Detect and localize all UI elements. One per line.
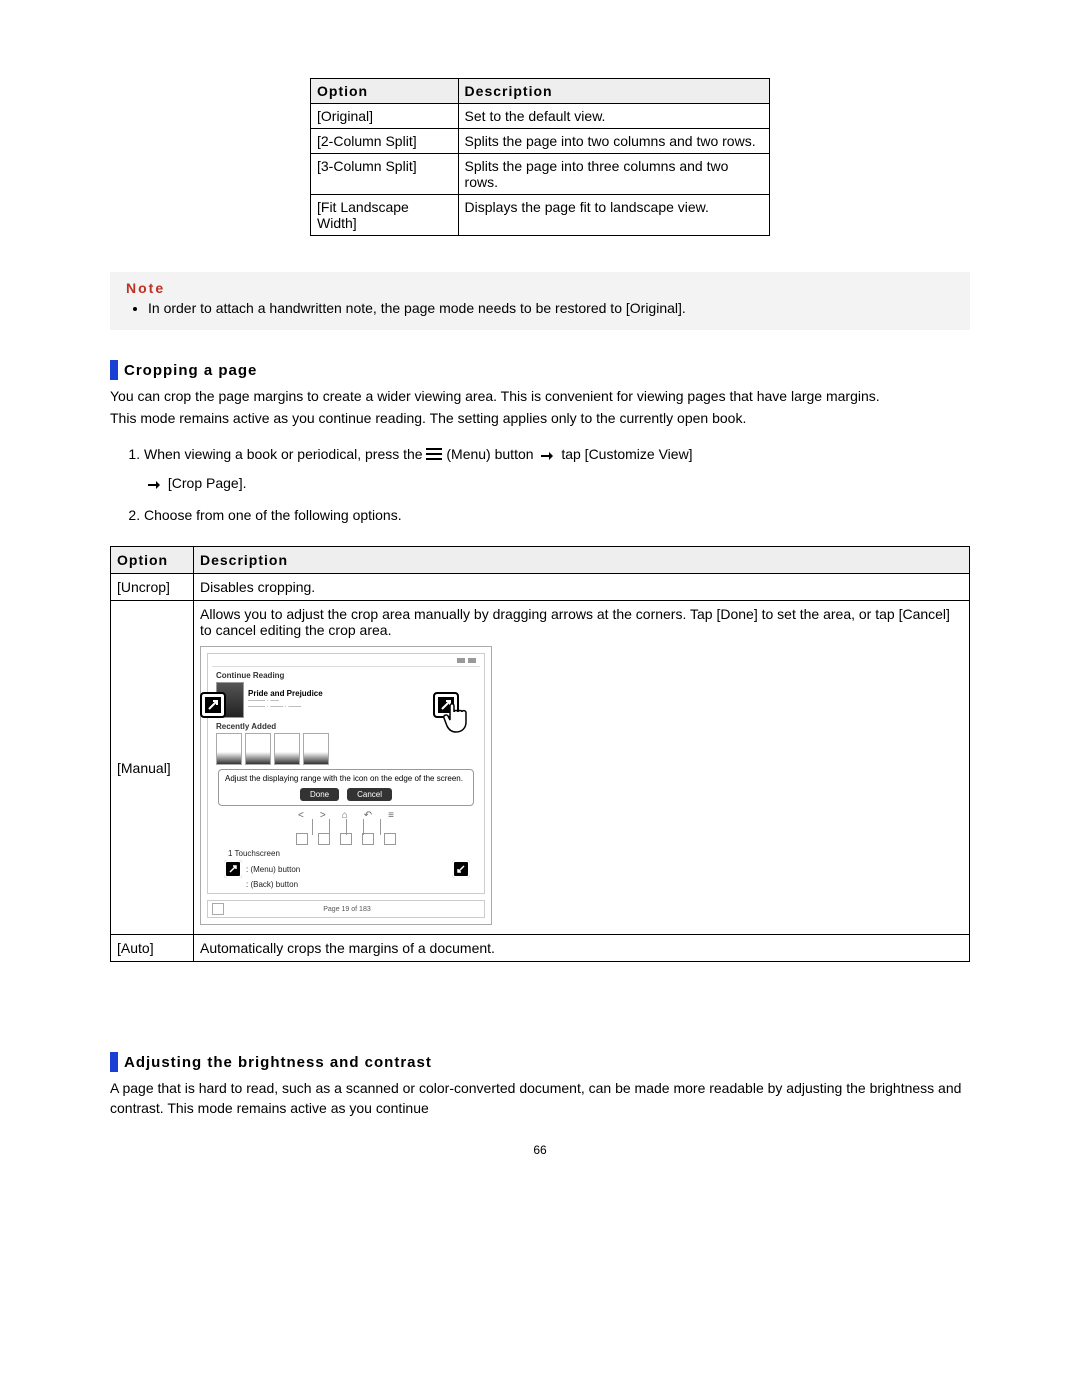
step1-text-d: [Crop Page]. [168,475,247,491]
continue-reading-label: Continue Reading [216,671,480,680]
legend-back-text: : (Back) button [246,880,298,889]
page-mode-options-table: Option Description [Original] Set to the… [310,78,770,236]
legend-back: : (Back) button [246,880,480,889]
crop-options-table: Option Description [Uncrop] Disables cro… [110,546,970,962]
done-button[interactable]: Done [300,788,339,802]
book-subtext2: ──── · ─── · ─── [248,704,323,710]
step1-text-a: When viewing a book or periodical, press… [144,446,426,462]
section-heading-cropping: Cropping a page [110,360,970,380]
option-cell: [Uncrop] [111,573,194,600]
tip-text: Adjust the displaying range with the ico… [225,774,467,784]
col-option-header: Option [111,546,194,573]
col-description-header: Description [458,79,769,104]
pointer-boxes [212,833,480,845]
section-heading-brightness: Adjusting the brightness and contrast [110,1052,970,1072]
nav-menu-icon: ≡ [388,810,394,821]
option-cell: [Original] [311,104,459,129]
page-number: 66 [110,1143,970,1157]
touchscreen-label: 1 Touchscreen [228,849,480,858]
recent-row [212,733,480,765]
footer-square-icon [212,903,224,915]
table-header-row: Option Description [111,546,970,573]
table-row: [3-Column Split] Splits the page into th… [311,154,770,195]
legend-handle-icon [452,860,470,878]
arrow-right-icon [148,473,160,495]
table-row-manual: [Manual] Allows you to adjust the crop a… [111,600,970,934]
col-option-header: Option [311,79,459,104]
crop-illustration: Continue Reading Pride and Prejudice ───… [200,646,492,925]
section2-paragraph: A page that is hard to read, such as a s… [110,1078,970,1119]
note-item: In order to attach a handwritten note, t… [148,300,954,316]
section-bar-icon [110,360,118,380]
recent-thumb [303,733,329,765]
section-bar-icon [110,1052,118,1072]
nav-next-icon: > [320,810,326,821]
col-description-header: Description [194,546,970,573]
option-cell: [Manual] [111,600,194,934]
book-title: Pride and Prejudice [248,689,323,698]
section-title: Cropping a page [124,362,257,379]
description-cell: Splits the page into three columns and t… [458,154,769,195]
legend-menu-text: : (Menu) button [246,865,300,874]
section1-paragraph1: You can crop the page margins to create … [110,386,970,406]
nav-back-icon: ↶ [364,810,372,821]
device-statusbar [212,658,480,667]
cancel-button[interactable]: Cancel [347,788,392,802]
recent-thumb [216,733,242,765]
table-header-row: Option Description [311,79,770,104]
step1-text-b: (Menu) button [446,446,537,462]
tip-dialog: Adjust the displaying range with the ico… [218,769,474,806]
description-cell: Set to the default view. [458,104,769,129]
section1-paragraph2: This mode remains active as you continue… [110,408,970,428]
legend-handle-icon [224,860,242,878]
table-row: [Original] Set to the default view. [311,104,770,129]
crop-handle-top-left-icon [200,692,226,718]
step-1: When viewing a book or periodical, press… [144,443,970,496]
recent-thumb [274,733,300,765]
description-cell-manual: Allows you to adjust the crop area manua… [194,600,970,934]
note-box: Note In order to attach a handwritten no… [110,272,970,330]
option-cell: [Auto] [111,935,194,962]
table-row: [Fit Landscape Width] Displays the page … [311,195,770,236]
option-cell: [3-Column Split] [311,154,459,195]
table-row-uncrop: [Uncrop] Disables cropping. [111,573,970,600]
manual-description-text: Allows you to adjust the crop area manua… [200,606,950,638]
recent-thumb [245,733,271,765]
option-cell: [Fit Landscape Width] [311,195,459,236]
legend-menu: : (Menu) button [224,860,480,878]
description-cell: Disables cropping. [194,573,970,600]
table-row: [2-Column Split] Splits the page into tw… [311,129,770,154]
option-cell: [2-Column Split] [311,129,459,154]
step1-text-c: tap [Customize View] [561,446,692,462]
description-cell: Displays the page fit to landscape view. [458,195,769,236]
section-title: Adjusting the brightness and contrast [124,1054,432,1071]
description-cell: Automatically crops the margins of a doc… [194,935,970,962]
step-2: Choose from one of the following options… [144,504,970,526]
arrow-right-icon [541,444,553,466]
nav-prev-icon: < [298,810,304,821]
steps-list: When viewing a book or periodical, press… [110,443,970,526]
illustration-footer: Page 19 of 183 [207,900,485,918]
page-of-label: Page 19 of 183 [323,906,371,913]
menu-icon [426,444,442,466]
table-row-auto: [Auto] Automatically crops the margins o… [111,935,970,962]
description-cell: Splits the page into two columns and two… [458,129,769,154]
hand-pointer-icon [440,700,474,737]
note-title: Note [126,280,954,296]
